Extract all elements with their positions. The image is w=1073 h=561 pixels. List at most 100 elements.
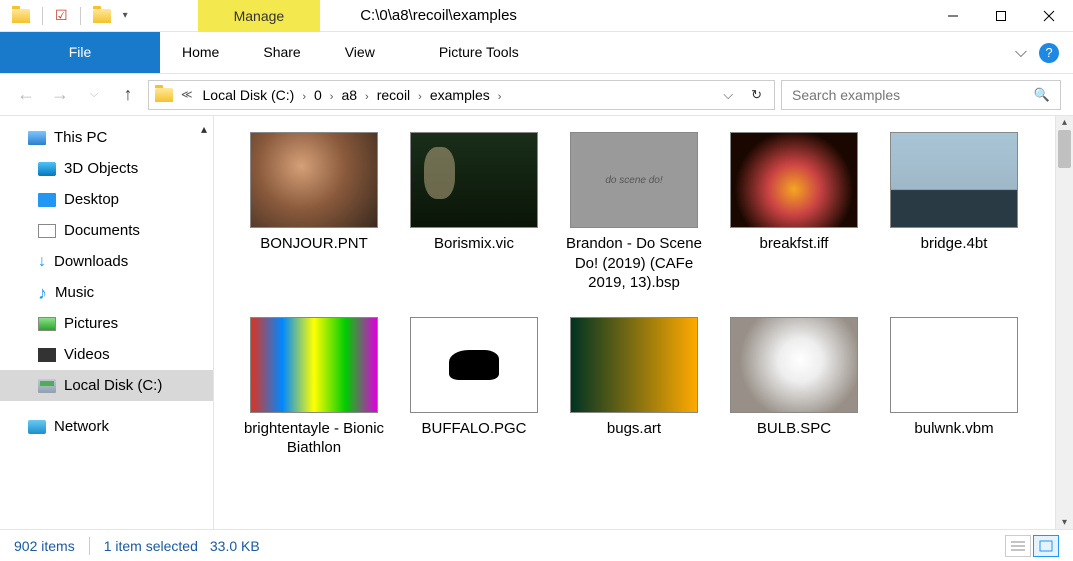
sidebar-label: Network (54, 418, 109, 435)
file-name: bulwnk.vbm (914, 419, 993, 439)
breadcrumb-segment[interactable]: 0 (308, 87, 328, 103)
chevron-right-icon[interactable]: ≪ (179, 88, 195, 101)
file-item[interactable]: BONJOUR.PNT (234, 126, 394, 311)
refresh-button[interactable]: ↻ (743, 87, 770, 103)
downloads-icon: ↓ (38, 255, 46, 269)
scroll-down-icon[interactable]: ▾ (1056, 517, 1073, 528)
sidebar-label: Local Disk (C:) (64, 377, 162, 394)
file-name: bridge.4bt (921, 234, 988, 254)
address-dropdown-icon[interactable]: ⌵ (715, 87, 741, 103)
sidebar-item-videos[interactable]: Videos (0, 339, 213, 370)
folder-icon (155, 88, 173, 102)
sidebar-item-3d-objects[interactable]: 3D Objects (0, 153, 213, 184)
file-item[interactable]: brightentayle - Bionic Biathlon (234, 311, 394, 476)
sidebar-item-local-disk[interactable]: Local Disk (C:) (0, 370, 213, 401)
videos-icon (38, 348, 56, 362)
recent-dropdown-icon[interactable]: ⌵ (80, 81, 108, 109)
quick-access-toolbar: ☑ ▾ (0, 7, 128, 25)
scrollbar[interactable]: ▴ ▾ (1055, 116, 1073, 529)
chevron-right-icon[interactable]: › (416, 91, 424, 103)
separator (80, 7, 81, 25)
file-item[interactable]: BULB.SPC (714, 311, 874, 476)
thumbnail (250, 132, 378, 228)
chevron-right-icon[interactable]: › (300, 91, 308, 103)
sidebar-label: Downloads (54, 253, 128, 270)
sidebar-item-pictures[interactable]: Pictures (0, 308, 213, 339)
file-list[interactable]: BONJOUR.PNT Borismix.vic do scene do! Brand… (214, 116, 1073, 529)
tab-home[interactable]: Home (160, 32, 241, 73)
help-icon[interactable]: ? (1039, 43, 1059, 63)
close-button[interactable] (1025, 0, 1073, 32)
folder-icon (12, 9, 30, 23)
3d-objects-icon (38, 162, 56, 176)
search-input[interactable] (792, 87, 1034, 103)
status-bar: 902 items 1 item selected 33.0 KB (0, 529, 1073, 561)
thumbnail: do scene do! (570, 132, 698, 228)
tab-view[interactable]: View (323, 32, 397, 73)
scroll-up-icon[interactable]: ▴ (1056, 117, 1073, 128)
status-item-count: 902 items (14, 538, 75, 554)
tab-picture-tools[interactable]: Picture Tools (417, 32, 541, 73)
drive-icon (38, 379, 56, 393)
file-item[interactable]: bugs.art (554, 311, 714, 476)
sidebar-label: This PC (54, 129, 107, 146)
sidebar-item-music[interactable]: ♪Music (0, 277, 213, 308)
new-folder-icon[interactable] (93, 9, 111, 23)
sidebar-item-documents[interactable]: Documents (0, 215, 213, 246)
sidebar-item-network[interactable]: Network (0, 411, 213, 442)
navigation-pane: ▴ This PC 3D Objects Desktop Documents ↓… (0, 116, 214, 529)
sidebar-label: Videos (64, 346, 110, 363)
file-item[interactable]: Borismix.vic (394, 126, 554, 311)
minimize-button[interactable] (929, 0, 977, 32)
tab-file[interactable]: File (0, 32, 160, 73)
file-item[interactable]: breakfst.iff (714, 126, 874, 311)
sidebar-item-desktop[interactable]: Desktop (0, 184, 213, 215)
address-bar[interactable]: ≪ Local Disk (C:)›0›a8›recoil›examples› … (148, 80, 775, 110)
file-name: Borismix.vic (434, 234, 514, 254)
file-item[interactable]: bridge.4bt (874, 126, 1034, 311)
separator (42, 7, 43, 25)
properties-icon[interactable]: ☑ (55, 7, 68, 24)
file-name: Brandon - Do Scene Do! (2019) (CAFe 2019… (559, 234, 709, 293)
sidebar-item-this-pc[interactable]: This PC (0, 122, 213, 153)
breadcrumb-segment[interactable]: Local Disk (C:) (197, 87, 301, 103)
sidebar-label: Pictures (64, 315, 118, 332)
file-name: BULB.SPC (757, 419, 831, 439)
sidebar-label: 3D Objects (64, 160, 138, 177)
pictures-icon (38, 317, 56, 331)
tab-share[interactable]: Share (241, 32, 322, 73)
qat-dropdown-icon[interactable]: ▾ (123, 10, 128, 21)
chevron-right-icon[interactable]: › (363, 91, 371, 103)
breadcrumb-segment[interactable]: recoil (371, 87, 416, 103)
ribbon-collapse-icon[interactable]: ⌵ (1015, 44, 1027, 62)
breadcrumb-segment[interactable]: a8 (335, 87, 363, 103)
manage-contextual-tab[interactable]: Manage (198, 0, 321, 32)
up-button[interactable]: ↑ (114, 81, 142, 109)
file-item[interactable]: BUFFALO.PGC (394, 311, 554, 476)
chevron-right-icon[interactable]: › (496, 91, 504, 103)
sidebar-label: Music (55, 284, 94, 301)
scroll-up-icon[interactable]: ▴ (201, 122, 207, 136)
thumbnail (570, 317, 698, 413)
search-icon[interactable]: 🔍 (1034, 87, 1050, 103)
maximize-button[interactable] (977, 0, 1025, 32)
sidebar-item-downloads[interactable]: ↓ Downloads (0, 246, 213, 277)
ribbon-tabs: File Home Share View Picture Tools ⌵ ? (0, 32, 1073, 74)
status-selection: 1 item selected (104, 538, 198, 554)
file-item[interactable]: bulwnk.vbm (874, 311, 1034, 476)
thumbnail (410, 317, 538, 413)
window-controls (929, 0, 1073, 32)
file-item[interactable]: do scene do! Brandon - Do Scene Do! (2019… (554, 126, 714, 311)
thumbnail (410, 132, 538, 228)
details-view-button[interactable] (1005, 535, 1031, 557)
sidebar-label: Desktop (64, 191, 119, 208)
search-box[interactable]: 🔍 (781, 80, 1061, 110)
thumbnails-view-button[interactable] (1033, 535, 1059, 557)
title-bar: ☑ ▾ Manage C:\0\a8\recoil\examples (0, 0, 1073, 32)
breadcrumb-segment[interactable]: examples (424, 87, 496, 103)
file-name: bugs.art (607, 419, 661, 439)
window-title: C:\0\a8\recoil\examples (320, 7, 929, 24)
back-button[interactable]: ← (12, 81, 40, 109)
forward-button[interactable]: → (46, 81, 74, 109)
thumbnail (890, 317, 1018, 413)
